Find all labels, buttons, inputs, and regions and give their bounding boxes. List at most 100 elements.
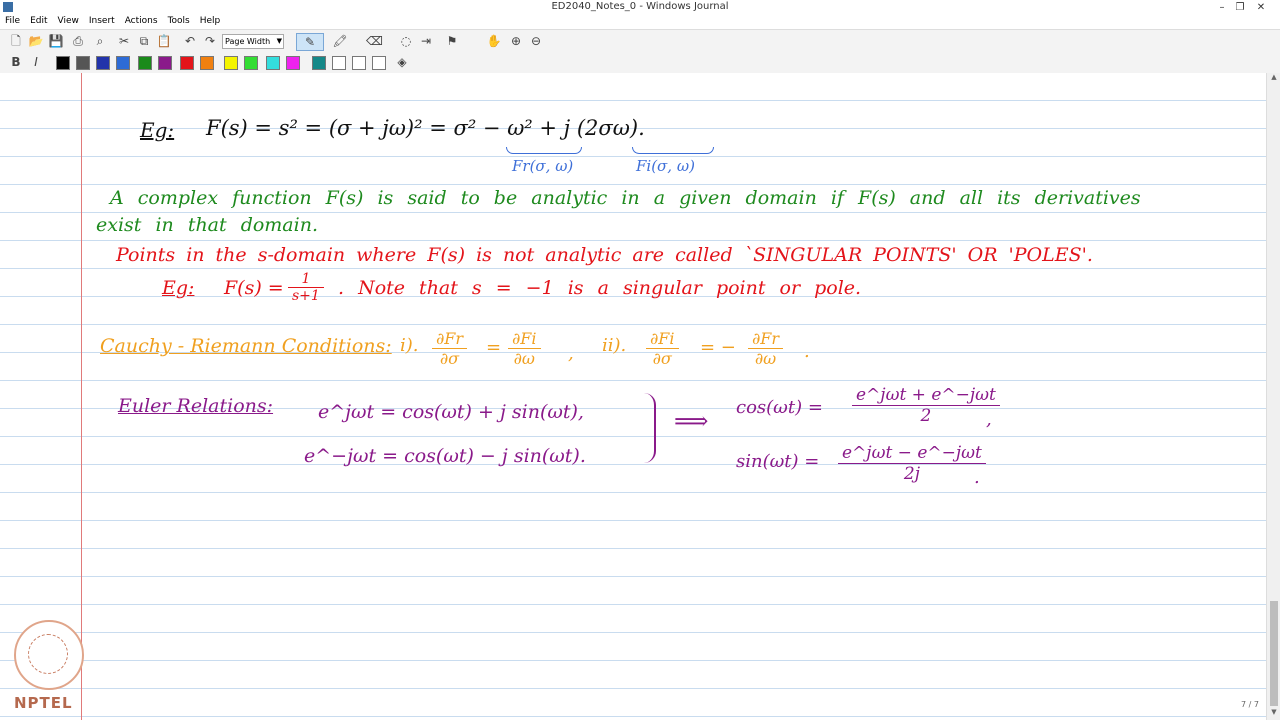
euler-relation-1: e^jωt = cos(ωt) + j sin(ωt),	[318, 401, 584, 423]
note-page[interactable]: Eg: F(s) = s² = (σ + jω)² = σ² − ω² + j …	[0, 73, 1266, 720]
eraser-icon[interactable]: ⌫	[366, 33, 383, 49]
pen-color-swatch[interactable]	[180, 56, 194, 70]
pen-color-swatch[interactable]	[244, 56, 258, 70]
pen-color-swatch[interactable]	[116, 56, 130, 70]
minimize-icon[interactable]: –	[1213, 0, 1231, 15]
cos-fraction: e^jωt + e^−jωt 2	[852, 385, 1000, 426]
analytic-definition-line2: exist in that domain.	[96, 214, 318, 236]
open-icon[interactable]: 📂	[28, 33, 44, 49]
cr-item-i: i).	[400, 335, 419, 356]
eg2-numerator: 1	[301, 271, 311, 287]
sin-fraction: e^jωt − e^−jωt 2j	[838, 443, 986, 484]
zoom-out-icon[interactable]: ⊖	[528, 33, 544, 49]
print-icon[interactable]: ⎙	[70, 33, 86, 49]
save-icon[interactable]: 💾	[48, 33, 64, 49]
format-toolbar: B I ◈	[0, 51, 1280, 74]
euler-brace	[642, 393, 656, 463]
menu-edit[interactable]: Edit	[25, 15, 52, 26]
restore-icon[interactable]: ❐	[1231, 0, 1249, 15]
imag-part-brace	[632, 147, 714, 154]
menu-help[interactable]: Help	[195, 15, 226, 26]
cr-frac-1: ∂Fr ∂σ	[432, 329, 468, 368]
cr-frac-4-num: ∂Fr	[752, 329, 780, 348]
sin-numerator: e^jωt − e^−jωt	[842, 443, 982, 463]
cos-numerator: e^jωt + e^−jωt	[856, 385, 996, 405]
menu-view[interactable]: View	[53, 15, 84, 26]
hand-pan-icon[interactable]: ✋	[486, 33, 502, 49]
pen-color-swatch[interactable]	[224, 56, 238, 70]
pen-color-swatch[interactable]	[266, 56, 280, 70]
pen-color-swatch[interactable]	[372, 56, 386, 70]
sin-denominator: 2j	[838, 463, 986, 484]
sin-end: .	[974, 467, 980, 488]
fr-label: Fr(σ, ω)	[512, 157, 574, 175]
nptel-logo-inner	[28, 634, 68, 674]
pen-color-swatch[interactable]	[138, 56, 152, 70]
cr-item-ii: ii).	[602, 335, 627, 356]
cr-separator: ,	[568, 343, 574, 364]
cr-frac-3-num: ∂Fi	[650, 329, 675, 348]
pen-color-swatch[interactable]	[76, 56, 90, 70]
cr-equals-2: = −	[700, 337, 736, 358]
lasso-icon[interactable]: ◌	[398, 33, 414, 49]
eg2-fraction: 1 s+1	[288, 271, 324, 304]
title-bar: ED2040_Notes_0 - Windows Journal – ❐ ✕	[0, 0, 1280, 16]
insert-space-icon[interactable]: ⇥	[418, 33, 434, 49]
cr-frac-2-num: ∂Fi	[512, 329, 537, 348]
cr-end: .	[804, 341, 810, 362]
cr-frac-4-den: ∂ω	[748, 348, 784, 368]
pen-color-swatch[interactable]	[312, 56, 326, 70]
pen-color-swatch[interactable]	[286, 56, 300, 70]
euler-relation-2: e^−jωt = cos(ωt) − j sin(ωt).	[304, 445, 586, 467]
cr-frac-2: ∂Fi ∂ω	[508, 329, 541, 368]
analytic-definition-line1: A complex function F(s) is said to be an…	[110, 187, 1141, 209]
undo-icon[interactable]: ↶	[182, 33, 198, 49]
highlighter-icon[interactable]: 🖍	[332, 33, 348, 49]
color-wheel-icon[interactable]: ◈	[394, 54, 410, 70]
cauchy-riemann-label: Cauchy - Riemann Conditions:	[100, 335, 392, 357]
cr-frac-1-num: ∂Fr	[436, 329, 464, 348]
vertical-scrollbar[interactable]: ▲ ▼	[1266, 73, 1280, 720]
menu-insert[interactable]: Insert	[84, 15, 120, 26]
cos-end: ,	[986, 409, 992, 430]
pen-color-swatch[interactable]	[158, 56, 172, 70]
eg1-expression: F(s) = s² = (σ + jω)² = σ² − ω² + j (2σω…	[206, 116, 645, 140]
pen-color-swatch[interactable]	[200, 56, 214, 70]
cos-denominator: 2	[852, 405, 1000, 426]
zoom-select-value: Page Width	[225, 37, 271, 46]
new-note-icon[interactable]: 🗋	[8, 33, 24, 49]
nptel-logo-text: NPTEL	[14, 694, 73, 712]
flag-icon[interactable]: ⚑	[444, 33, 460, 49]
menu-tools[interactable]: Tools	[163, 15, 195, 26]
cr-equals-1: =	[486, 337, 502, 358]
scroll-up-icon[interactable]: ▲	[1267, 73, 1280, 85]
scroll-down-icon[interactable]: ▼	[1267, 708, 1280, 720]
zoom-select[interactable]: Page Width ▼	[222, 34, 284, 49]
close-icon[interactable]: ✕	[1252, 0, 1270, 15]
cut-icon[interactable]: ✂	[116, 33, 132, 49]
pen-color-swatch[interactable]	[56, 56, 70, 70]
menu-actions[interactable]: Actions	[120, 15, 163, 26]
copy-icon[interactable]: ⧉	[136, 33, 152, 49]
pen-color-swatch[interactable]	[332, 56, 346, 70]
menu-file[interactable]: File	[0, 15, 25, 26]
eg2-rest: . Note that s = −1 is a singular point o…	[338, 277, 862, 299]
nptel-logo: NPTEL	[8, 620, 88, 720]
zoom-in-icon[interactable]: ⊕	[508, 33, 524, 49]
chevron-down-icon: ▼	[276, 37, 282, 45]
italic-icon[interactable]: I	[28, 54, 44, 70]
page-indicator: 7 / 7	[1241, 700, 1259, 709]
cr-frac-1-den: ∂σ	[432, 348, 468, 368]
redo-icon[interactable]: ↷	[202, 33, 218, 49]
pen-color-swatch[interactable]	[352, 56, 366, 70]
pen-icon[interactable]: ✎	[296, 33, 324, 51]
eg2-denominator: s+1	[288, 287, 324, 304]
scroll-thumb[interactable]	[1270, 601, 1278, 706]
euler-relations-label: Euler Relations:	[118, 395, 274, 417]
paste-icon[interactable]: 📋	[156, 33, 172, 49]
pen-color-swatch[interactable]	[96, 56, 110, 70]
bold-icon[interactable]: B	[8, 54, 24, 70]
menu-bar: File Edit View Insert Actions Tools Help	[0, 15, 1280, 29]
find-icon[interactable]: ⌕	[92, 33, 108, 49]
fi-label: Fi(σ, ω)	[636, 157, 695, 175]
